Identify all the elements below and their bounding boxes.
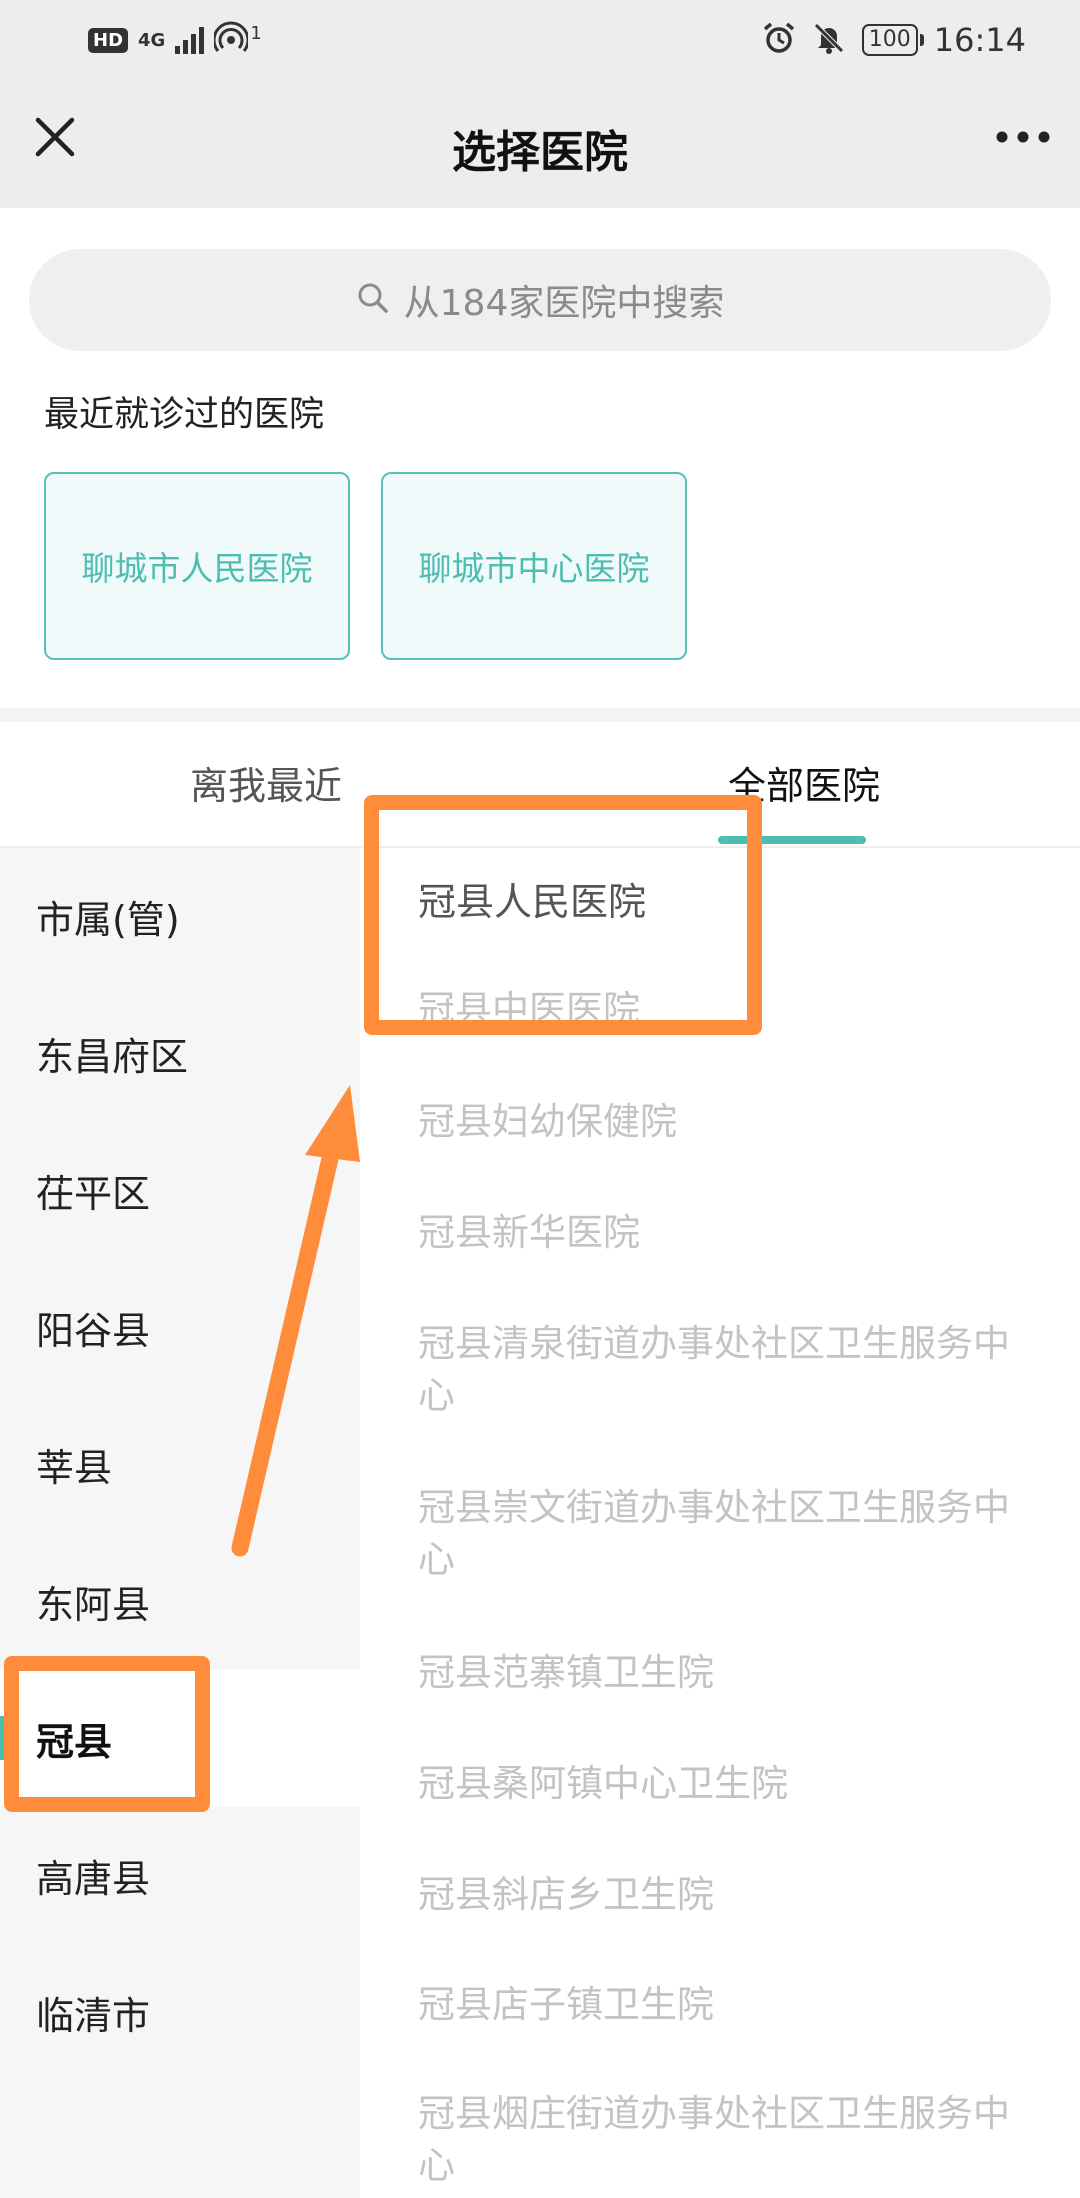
- annotation-arrow-icon: [231, 1085, 360, 1557]
